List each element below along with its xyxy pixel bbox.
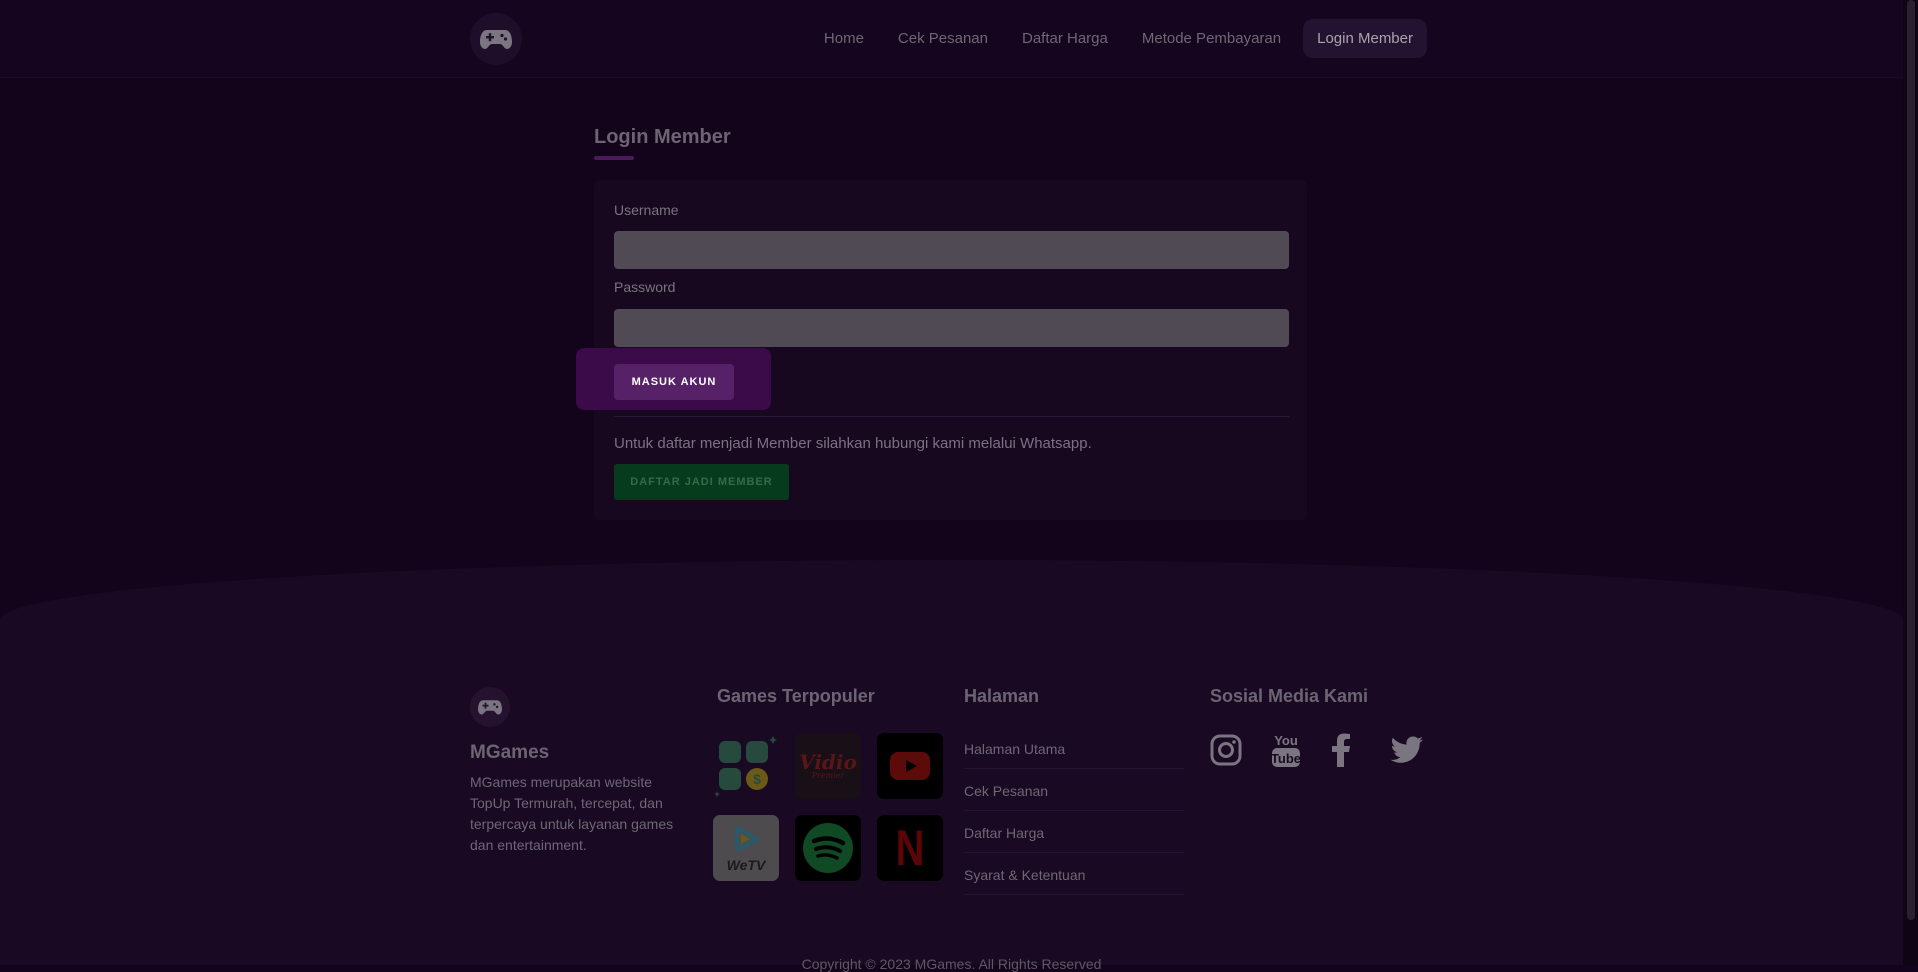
nav-daftar-harga[interactable]: Daftar Harga bbox=[1005, 19, 1125, 58]
page-title: Login Member bbox=[594, 126, 731, 148]
nav-metode-pembayaran[interactable]: Metode Pembayaran bbox=[1125, 19, 1298, 58]
title-underline bbox=[594, 156, 634, 160]
wetv-label: WeTV bbox=[726, 856, 766, 873]
footer-link-halaman-utama[interactable]: Halaman Utama bbox=[964, 727, 1184, 769]
username-label: Username bbox=[614, 202, 679, 218]
footer-link-syarat-ketentuan[interactable]: Syarat & Ketentuan bbox=[964, 853, 1184, 895]
nav-login-member[interactable]: Login Member bbox=[1303, 19, 1427, 58]
facebook-icon[interactable] bbox=[1330, 730, 1390, 770]
spotify-icon[interactable] bbox=[795, 815, 861, 881]
footer-gamepad-logo-icon bbox=[470, 687, 510, 727]
password-input[interactable] bbox=[614, 309, 1289, 347]
username-input[interactable] bbox=[614, 231, 1289, 269]
footer-link-cek-pesanan[interactable]: Cek Pesanan bbox=[964, 769, 1184, 811]
instagram-icon[interactable] bbox=[1210, 730, 1270, 770]
svg-text:You: You bbox=[1274, 733, 1298, 748]
apps-coin-icon[interactable]: $ bbox=[713, 733, 779, 799]
copyright-text: Copyright © 2023 MGames. All Rights Rese… bbox=[801, 956, 1102, 972]
footer bbox=[0, 560, 1903, 965]
nav-home[interactable]: Home bbox=[807, 19, 881, 58]
scrollbar[interactable] bbox=[1903, 0, 1918, 965]
nav-menu: Home Cek Pesanan Daftar Harga Metode Pem… bbox=[807, 19, 1427, 58]
masuk-akun-button[interactable]: MASUK AKUN bbox=[614, 364, 734, 400]
register-info-text: Untuk daftar menjadi Member silahkan hub… bbox=[614, 435, 1092, 452]
password-label: Password bbox=[614, 279, 676, 295]
youtube-tile-icon[interactable] bbox=[877, 733, 943, 799]
youtube-icon[interactable]: You Tube bbox=[1270, 730, 1330, 770]
netflix-label: N bbox=[895, 820, 925, 876]
pages-heading: Halaman bbox=[964, 686, 1040, 706]
nav-cek-pesanan[interactable]: Cek Pesanan bbox=[881, 19, 1005, 58]
navbar: Home Cek Pesanan Daftar Harga Metode Pem… bbox=[0, 0, 1903, 78]
login-card: Username Password MASUK AKUN Untuk dafta… bbox=[576, 180, 1307, 520]
scrollbar-thumb[interactable] bbox=[1907, 0, 1915, 920]
footer-description: MGames merupakan website TopUp Termurah,… bbox=[470, 774, 674, 853]
wetv-icon[interactable]: WeTV bbox=[713, 815, 779, 881]
vidio-premier-icon[interactable]: Vidio Premier bbox=[795, 733, 861, 799]
divider bbox=[614, 416, 1289, 417]
gamepad-logo-icon[interactable] bbox=[470, 13, 522, 65]
games-heading: Games Terpopuler bbox=[717, 686, 875, 706]
svg-text:$: $ bbox=[753, 771, 761, 787]
netflix-icon[interactable]: N bbox=[877, 815, 943, 881]
footer-link-daftar-harga[interactable]: Daftar Harga bbox=[964, 811, 1184, 853]
footer-page-links: Halaman Utama Cek Pesanan Daftar Harga S… bbox=[964, 727, 1184, 895]
vidio-label: Vidio bbox=[799, 750, 857, 774]
social-links: You Tube bbox=[1210, 730, 1450, 770]
twitter-icon[interactable] bbox=[1390, 730, 1450, 770]
footer-brand: MGames bbox=[470, 742, 550, 763]
daftar-member-button[interactable]: DAFTAR JADI MEMBER bbox=[614, 464, 789, 500]
social-heading: Sosial Media Kami bbox=[1210, 686, 1369, 706]
svg-text:Tube: Tube bbox=[1271, 751, 1301, 766]
